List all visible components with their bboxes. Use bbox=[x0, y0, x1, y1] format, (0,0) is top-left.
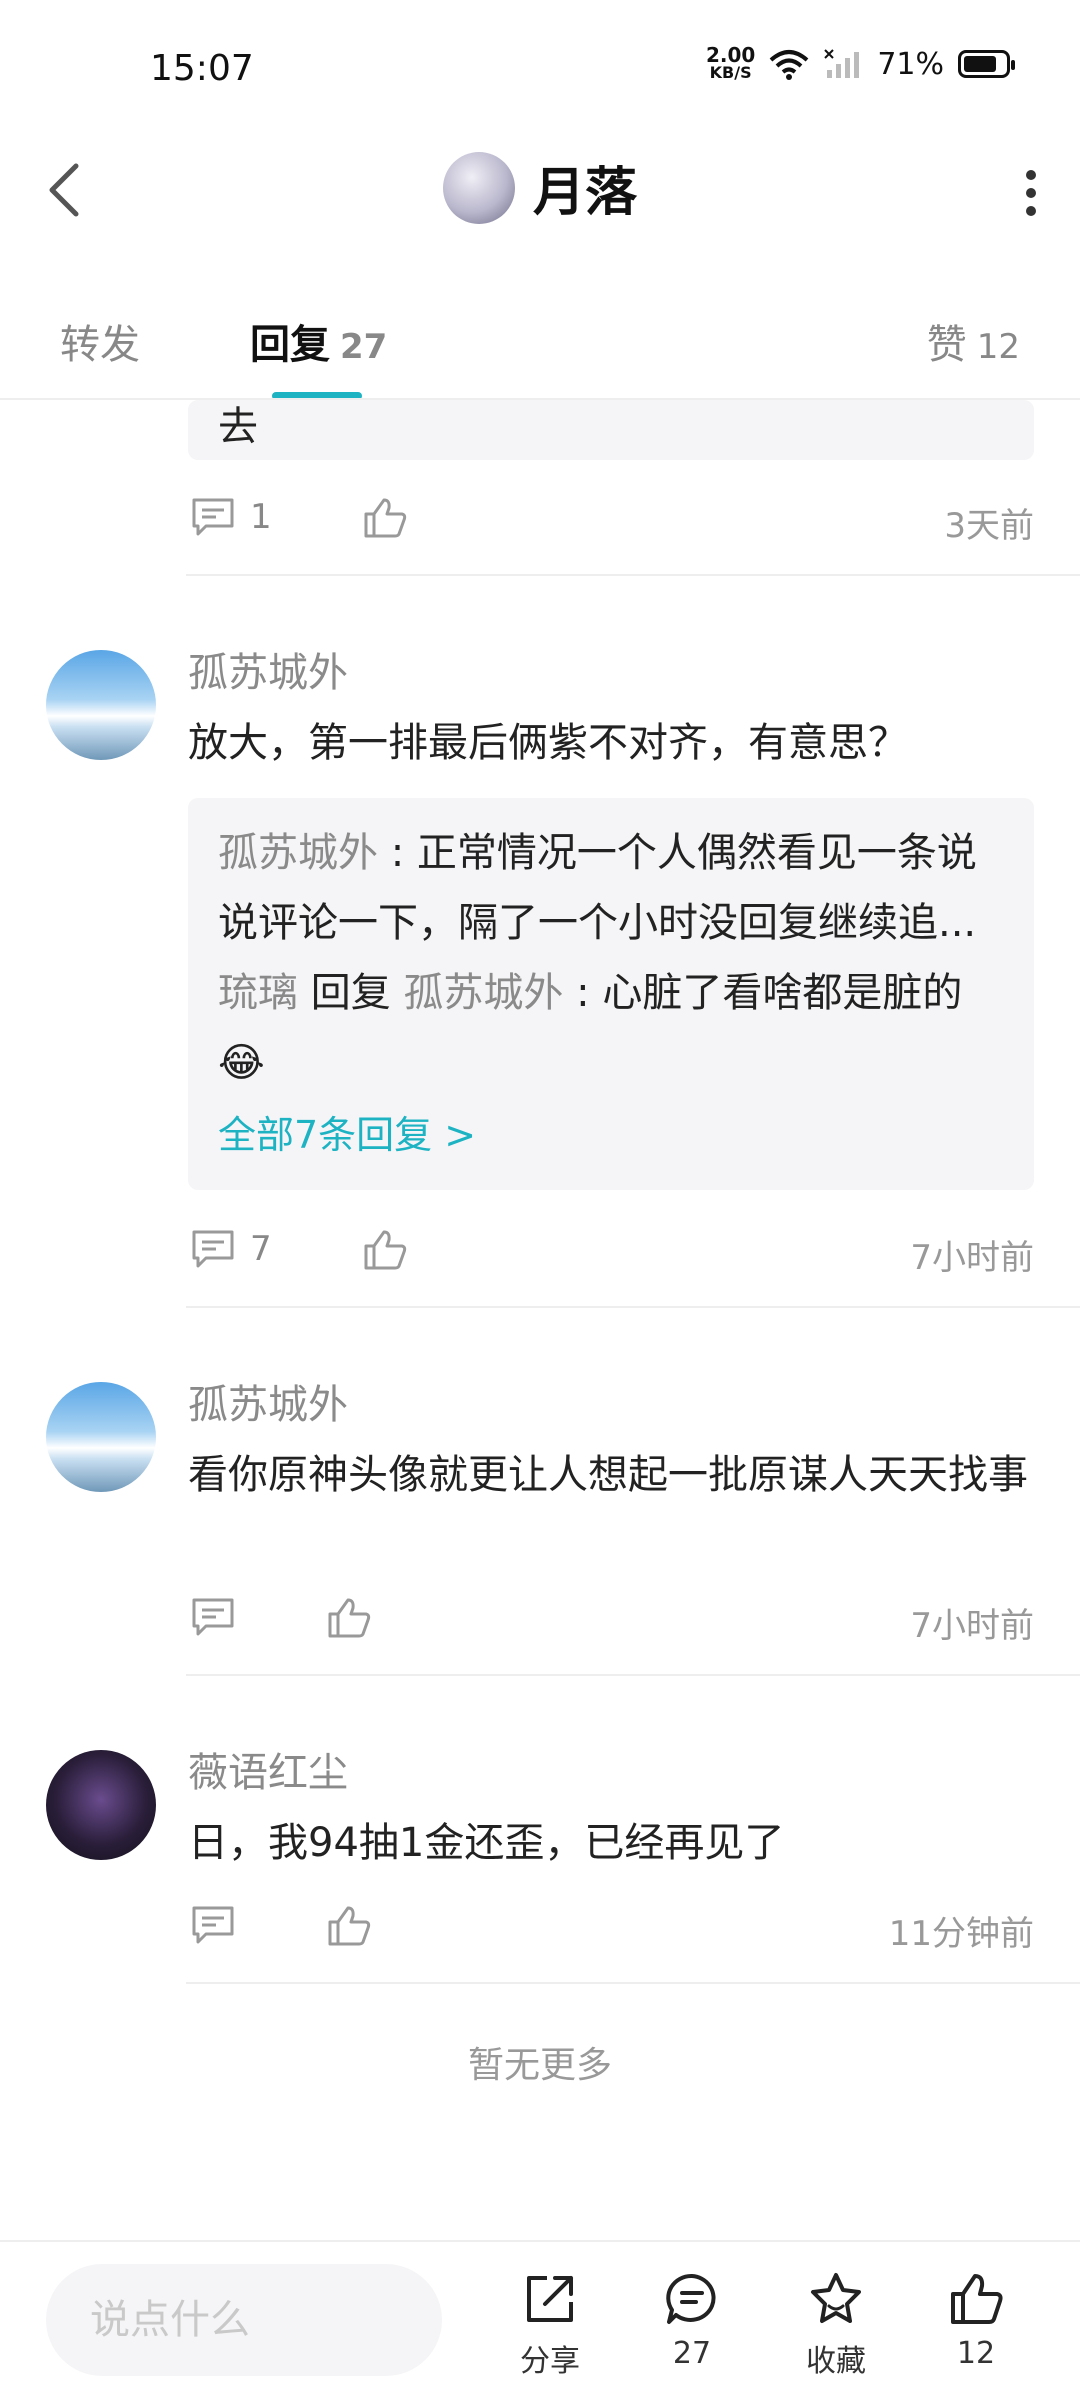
no-more-text: 暂无更多 bbox=[467, 2045, 612, 2086]
comment-icon[interactable] bbox=[190, 1596, 236, 1638]
comment-text: 日，我94抽1金还歪，已经再见了 bbox=[188, 1820, 785, 1866]
net-speed: 2.00 KB/S bbox=[705, 43, 756, 82]
thumb-up-icon[interactable] bbox=[362, 1228, 408, 1270]
user-avatar[interactable] bbox=[442, 151, 515, 224]
thumb-up-icon[interactable] bbox=[362, 496, 408, 538]
avatar[interactable] bbox=[46, 650, 156, 760]
thumb-up-icon[interactable] bbox=[326, 1596, 372, 1638]
comment-username[interactable]: 孤苏城外 bbox=[188, 640, 348, 698]
tab-likes[interactable]: 赞 12 bbox=[927, 312, 1020, 370]
share-icon bbox=[527, 2276, 573, 2322]
chat-bubble-icon bbox=[666, 2273, 716, 2324]
status-time: 15:07 bbox=[150, 48, 254, 89]
quote-box-partial[interactable]: 去 bbox=[188, 400, 1034, 460]
avatar[interactable] bbox=[46, 1750, 156, 1860]
thumb-up-icon bbox=[951, 2274, 1003, 2324]
comment-username[interactable]: 孤苏城外 bbox=[188, 1372, 348, 1430]
tab-forward[interactable]: 转发 bbox=[60, 312, 140, 370]
avatar[interactable] bbox=[46, 1382, 156, 1492]
comment-actions: 7 bbox=[190, 1228, 408, 1270]
comment-input[interactable] bbox=[46, 2264, 442, 2376]
comment-text: 放大，第一排最后俩紫不对齐，有意思？ bbox=[188, 720, 908, 766]
battery-icon bbox=[958, 50, 1015, 78]
thumb-up-icon[interactable] bbox=[326, 1904, 372, 1946]
reply-line: 孤苏城外 : 正常情况一个人偶然看见一条说说评论一下，隔了一个小时没回复继续追.… bbox=[218, 830, 977, 946]
star-icon bbox=[811, 2273, 861, 2323]
comment-icon[interactable] bbox=[190, 1904, 236, 1946]
wifi-icon bbox=[769, 50, 809, 80]
page-title: 月落 bbox=[532, 163, 637, 223]
favorite-button[interactable]: 收藏 bbox=[786, 2270, 886, 2380]
comment-actions bbox=[190, 1904, 372, 1946]
more-menu-icon[interactable] bbox=[1024, 170, 1038, 216]
comment-divider bbox=[186, 1306, 1080, 1308]
comment-time: 7小时前 bbox=[910, 1238, 1034, 1278]
header-title-group[interactable]: 月落 bbox=[0, 150, 1080, 225]
comment-time: 3天前 bbox=[944, 506, 1034, 546]
comment-divider bbox=[186, 1982, 1080, 1984]
comment-divider bbox=[186, 574, 1080, 576]
comment-time: 11分钟前 bbox=[888, 1914, 1034, 1954]
reply-author[interactable]: 孤苏城外 bbox=[218, 830, 378, 876]
tab-replies[interactable]: 回复 27 bbox=[250, 312, 387, 370]
battery-percent: 71% bbox=[877, 46, 944, 82]
share-button[interactable]: 分享 bbox=[500, 2270, 600, 2380]
signal-icon bbox=[824, 49, 860, 78]
comment-username[interactable]: 薇语红尘 bbox=[188, 1740, 348, 1798]
reply-author[interactable]: 琉璃 bbox=[218, 970, 298, 1016]
comment-icon[interactable] bbox=[190, 496, 236, 538]
comments-button[interactable]: 27 bbox=[642, 2270, 742, 2371]
comment-time: 7小时前 bbox=[910, 1606, 1034, 1646]
view-all-replies-link[interactable]: 全部7条回复 > bbox=[218, 1104, 1004, 1159]
comment-icon[interactable] bbox=[190, 1228, 236, 1270]
like-button[interactable]: 12 bbox=[926, 2270, 1026, 2371]
reply-line: 琉璃 回复 孤苏城外 : 心脏了看啥都是脏的😂 bbox=[218, 970, 963, 1086]
reply-preview-box[interactable]: 孤苏城外 : 正常情况一个人偶然看见一条说说评论一下，隔了一个小时没回复继续追.… bbox=[188, 798, 1034, 1190]
reply-target[interactable]: 孤苏城外 bbox=[403, 970, 563, 1016]
comment-actions bbox=[190, 1596, 372, 1638]
partial-actions: 1 bbox=[190, 496, 408, 538]
comment-divider bbox=[186, 1674, 1080, 1676]
bottom-divider bbox=[0, 2240, 1080, 2242]
comment-text: 看你原神头像就更让人想起一批原谋人天天找事 bbox=[188, 1452, 1028, 1498]
status-icons: 2.00 KB/S 71% bbox=[705, 43, 1015, 82]
